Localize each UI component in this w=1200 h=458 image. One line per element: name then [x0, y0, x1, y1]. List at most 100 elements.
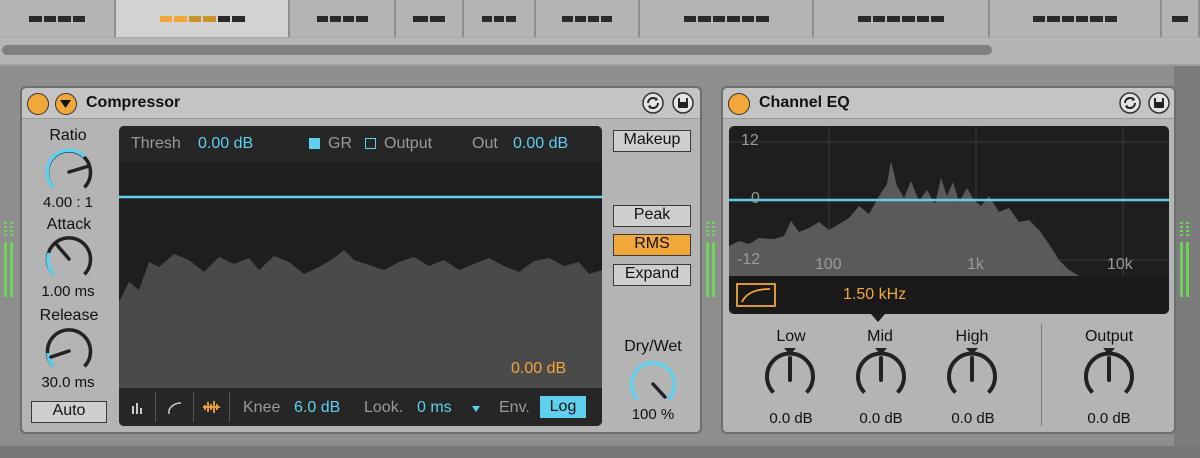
eq-y-label-mid: 0 [751, 190, 760, 207]
expand-mode-button[interactable]: Expand [613, 264, 691, 286]
gain-reduction-graph [119, 195, 602, 388]
clip-slot[interactable] [1162, 0, 1200, 37]
out-value[interactable]: 0.00 dB [513, 135, 568, 153]
frequency-readout[interactable]: 1.50 kHz [843, 286, 906, 304]
device-on-toggle[interactable] [27, 93, 49, 115]
channel-eq-device: Channel EQ 12 0 -12 100 1k 10k 1.50 kHz … [721, 86, 1176, 434]
release-value[interactable]: 30.0 ms [33, 374, 103, 391]
drywet-knob[interactable] [627, 358, 679, 410]
device-on-toggle[interactable] [728, 93, 750, 115]
compressor-device: Compressor Ratio 4.00 : 1 Attack 1.00 ms… [20, 86, 702, 434]
clip-waveform-dash [601, 16, 612, 22]
gr-checkbox[interactable] [309, 138, 320, 149]
output-label: Output [384, 135, 433, 152]
input-meter-left [4, 242, 7, 297]
thresh-value[interactable]: 0.00 dB [198, 135, 253, 153]
clip-waveform-dash [217, 16, 230, 22]
hot-swap-icon[interactable] [642, 92, 664, 114]
bottom-strip [0, 446, 1200, 458]
section-divider [1041, 324, 1042, 426]
eq-x-label-100: 100 [815, 256, 842, 273]
clip-waveform-dash [174, 16, 187, 22]
chevron-down-icon[interactable] [471, 405, 481, 413]
release-knob[interactable] [43, 325, 95, 377]
eq-display: 12 0 -12 100 1k 10k 1.50 kHz [729, 126, 1169, 314]
clip-waveform-dash [413, 16, 428, 22]
clip-slot[interactable] [640, 0, 814, 37]
clip-waveform-dash [1090, 16, 1103, 22]
input-meter-right [10, 242, 13, 297]
clip-waveform-dash [712, 16, 725, 22]
drywet-value[interactable]: 100 % [612, 406, 694, 423]
clip-waveform-dash [756, 16, 769, 22]
knee-value[interactable]: 6.0 dB [294, 399, 340, 417]
mid-meter-left [706, 242, 709, 297]
mid-gain-knob[interactable] [851, 346, 911, 406]
makeup-button[interactable]: Makeup [613, 130, 691, 152]
highpass-filter-icon[interactable] [736, 283, 776, 307]
bars-view-icon[interactable] [129, 400, 145, 416]
attack-knob[interactable] [43, 233, 95, 285]
clip-waveform-dash [562, 16, 573, 22]
activity-view-icon[interactable] [203, 399, 221, 415]
high-gain-value[interactable]: 0.0 dB [933, 410, 1013, 427]
high-gain-knob[interactable] [942, 346, 1002, 406]
eq-x-label-1k: 1k [967, 256, 984, 273]
input-meter-top [4, 222, 7, 238]
drywet-label: Dry/Wet [624, 338, 682, 355]
gr-readout: 0.00 dB [511, 360, 567, 377]
lookahead-value[interactable]: 0 ms [417, 399, 452, 417]
rms-mode-button[interactable]: RMS [613, 234, 691, 256]
clip-waveform-dash [887, 16, 900, 22]
envelope-label: Env. [499, 399, 530, 416]
clip-slot[interactable] [116, 0, 290, 37]
output-gain-knob[interactable] [1079, 346, 1139, 406]
high-label: High [955, 328, 989, 345]
auto-release-button[interactable]: Auto [31, 401, 107, 423]
triangle-down-icon [60, 100, 71, 108]
ratio-label: Ratio [49, 127, 87, 144]
clip-slot[interactable] [464, 0, 536, 37]
low-gain-knob[interactable] [760, 346, 820, 406]
clip-waveform-dash [741, 16, 754, 22]
footer-divider [229, 392, 230, 422]
output-checkbox[interactable] [365, 138, 376, 149]
attack-value[interactable]: 1.00 ms [33, 283, 103, 300]
clip-slot[interactable] [0, 0, 116, 37]
device-fold-button[interactable] [55, 93, 77, 115]
clip-waveform-dash [159, 16, 172, 22]
horizontal-scrollbar[interactable] [2, 45, 992, 55]
save-preset-icon[interactable] [672, 92, 694, 114]
clip-slot[interactable] [536, 0, 640, 37]
transfer-curve-icon[interactable] [167, 400, 183, 416]
clip-waveform-dash [329, 16, 341, 22]
ratio-knob[interactable] [43, 146, 95, 198]
clip-slot[interactable] [814, 0, 990, 37]
peak-mode-button[interactable]: Peak [613, 205, 691, 227]
low-gain-value[interactable]: 0.0 dB [751, 410, 831, 427]
envelope-mode-toggle[interactable]: Log [540, 396, 586, 418]
clip-waveform-dash [588, 16, 599, 22]
device-title: Channel EQ [759, 94, 850, 111]
clip-waveform-dash [575, 16, 586, 22]
clip-slot[interactable] [396, 0, 464, 37]
device-title: Compressor [86, 94, 181, 111]
clip-waveform-dash [43, 16, 56, 22]
compressor-display: Thresh 0.00 dB GR Output Out 0.00 dB 0.0… [119, 126, 602, 426]
clip-waveform-dash [343, 16, 355, 22]
clip-slot[interactable] [290, 0, 396, 37]
clip-waveform-dash [430, 16, 445, 22]
mid-gain-value[interactable]: 0.0 dB [841, 410, 921, 427]
attack-label: Attack [46, 216, 92, 233]
clip-waveform-dash [1104, 16, 1117, 22]
spectrum-graph [729, 126, 1169, 276]
clip-waveform-dash [916, 16, 930, 22]
output-gain-value[interactable]: 0.0 dB [1069, 410, 1149, 427]
mid-meter-top [706, 222, 709, 238]
ratio-value[interactable]: 4.00 : 1 [33, 194, 103, 211]
hot-swap-icon[interactable] [1119, 92, 1141, 114]
clip-waveform-dash [203, 16, 216, 22]
clip-waveform-dash [482, 16, 492, 22]
save-preset-icon[interactable] [1148, 92, 1170, 114]
clip-slot[interactable] [990, 0, 1162, 37]
